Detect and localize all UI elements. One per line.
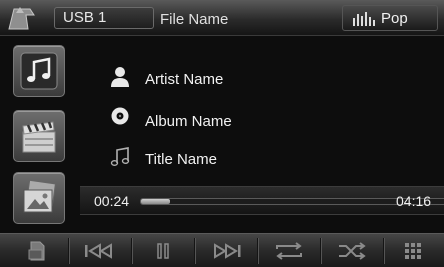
seek-bar-fill (141, 199, 170, 204)
title-name: Title Name (145, 151, 217, 168)
equalizer-label: Pop (381, 10, 408, 27)
home-button[interactable] (6, 5, 40, 31)
equalizer-button[interactable]: Pop (342, 5, 438, 31)
equalizer-icon (353, 12, 375, 26)
repeat-icon (276, 242, 302, 260)
grid-menu-button[interactable] (384, 234, 442, 267)
previous-button[interactable] (69, 234, 131, 267)
skip-previous-icon (85, 243, 112, 259)
file-name-label: File Name (160, 11, 229, 28)
music-mode-button[interactable] (13, 45, 65, 97)
pause-icon (157, 243, 169, 259)
progress-bar-area: 00:24 04:16 (80, 186, 444, 215)
grid-icon (405, 243, 421, 259)
home-icon (8, 7, 35, 30)
media-player-screen: USB 1 File Name Pop Artist Name Album Na… (0, 0, 444, 267)
artist-name: Artist Name (145, 71, 224, 88)
source-selector[interactable]: USB 1 (54, 7, 154, 29)
album-name: Album Name (145, 113, 232, 130)
menu-button[interactable] (6, 234, 68, 267)
menu-icon (28, 241, 45, 261)
music-note-icon (20, 52, 58, 90)
photo-mode-button[interactable] (13, 172, 65, 224)
music-note-icon (110, 147, 130, 166)
playback-controls (0, 233, 444, 267)
elapsed-time: 00:24 (94, 193, 130, 209)
skip-next-icon (214, 243, 241, 259)
source-label: USB 1 (63, 9, 107, 26)
video-mode-button[interactable] (13, 110, 65, 162)
pause-button[interactable] (132, 234, 194, 267)
total-time: 04:16 (396, 193, 432, 209)
shuffle-button[interactable] (321, 234, 383, 267)
top-bar: USB 1 File Name Pop (0, 0, 444, 36)
artist-icon (111, 67, 129, 87)
next-button[interactable] (195, 234, 257, 267)
clapperboard-icon (22, 121, 56, 153)
repeat-button[interactable] (258, 234, 320, 267)
photo-icon (23, 179, 56, 213)
shuffle-icon (339, 242, 366, 260)
album-disc-icon (111, 107, 129, 125)
